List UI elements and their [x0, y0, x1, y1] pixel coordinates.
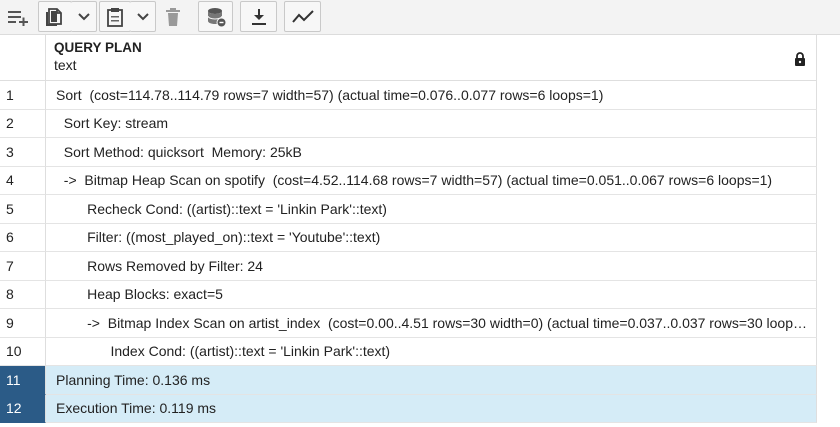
- query-plan-cell[interactable]: Heap Blocks: exact=5: [46, 280, 817, 309]
- save-data-button[interactable]: [198, 1, 233, 32]
- query-plan-grid: QUERY PLAN text 1 Sort (cost=114.78..114.…: [0, 35, 840, 427]
- paste-button[interactable]: [99, 1, 131, 32]
- copy-dropdown-button[interactable]: [71, 1, 97, 32]
- row-number[interactable]: 12: [0, 394, 46, 423]
- column-header-query-plan[interactable]: QUERY PLAN text: [46, 35, 817, 81]
- row-number[interactable]: 11: [0, 366, 46, 395]
- lock-icon: [795, 52, 805, 66]
- query-plan-cell[interactable]: Sort Key: stream: [46, 109, 817, 138]
- grid-corner[interactable]: [0, 35, 46, 81]
- row-number[interactable]: 1: [0, 81, 46, 110]
- query-plan-cell[interactable]: Planning Time: 0.136 ms: [46, 366, 817, 395]
- query-plan-text: -> Bitmap Heap Scan on spotify (cost=4.5…: [56, 172, 773, 189]
- chevron-down-icon: [136, 12, 149, 20]
- row-number[interactable]: 6: [0, 223, 46, 252]
- query-plan-text: Sort (cost=114.78..114.79 rows=7 width=5…: [56, 86, 604, 103]
- row-number[interactable]: 3: [0, 138, 46, 167]
- row-number[interactable]: 8: [0, 280, 46, 309]
- chevron-down-icon: [77, 12, 90, 20]
- paste-dropdown-button[interactable]: [130, 1, 156, 32]
- row-number[interactable]: 2: [0, 109, 46, 138]
- delete-button[interactable]: [158, 1, 188, 32]
- download-icon: [251, 8, 266, 25]
- query-plan-cell[interactable]: Filter: ((most_played_on)::text = 'Youtu…: [46, 223, 817, 252]
- query-plan-cell[interactable]: Recheck Cond: ((artist)::text = 'Linkin …: [46, 195, 817, 224]
- row-number[interactable]: 5: [0, 195, 46, 224]
- results-toolbar: [0, 0, 840, 35]
- delete-icon: [166, 7, 180, 26]
- add-row-button[interactable]: [2, 1, 34, 32]
- grid-right-gutter: [817, 35, 840, 427]
- query-plan-text: Rows Removed by Filter: 24: [56, 257, 263, 274]
- column-type: text: [54, 57, 77, 73]
- query-plan-text: -> Bitmap Index Scan on artist_index (co…: [56, 314, 807, 331]
- graph-visualiser-button[interactable]: [284, 1, 321, 32]
- query-plan-text: Heap Blocks: exact=5: [56, 286, 223, 303]
- query-plan-text: Sort Key: stream: [56, 115, 169, 132]
- query-plan-text: Filter: ((most_played_on)::text = 'Youtu…: [56, 229, 381, 246]
- column-title: QUERY PLAN: [54, 40, 142, 55]
- row-number[interactable]: 4: [0, 166, 46, 195]
- download-button[interactable]: [240, 1, 277, 32]
- query-plan-text: Planning Time: 0.136 ms: [56, 371, 211, 388]
- query-plan-text: Recheck Cond: ((artist)::text = 'Linkin …: [56, 200, 387, 217]
- query-plan-cell[interactable]: -> Bitmap Heap Scan on spotify (cost=4.5…: [46, 166, 817, 195]
- query-plan-cell[interactable]: Sort Method: quicksort Memory: 25kB: [46, 138, 817, 167]
- paste-icon: [107, 7, 123, 27]
- graph-visualiser-icon: [291, 9, 314, 23]
- query-plan-cell[interactable]: Rows Removed by Filter: 24: [46, 252, 817, 281]
- save-data-icon: [207, 7, 226, 27]
- query-plan-cell[interactable]: -> Bitmap Index Scan on artist_index (co…: [46, 309, 817, 338]
- query-plan-cell[interactable]: Index Cond: ((artist)::text = 'Linkin Pa…: [46, 337, 817, 366]
- copy-icon: [46, 7, 62, 26]
- add-row-icon: [8, 10, 28, 26]
- query-plan-text: Execution Time: 0.119 ms: [56, 400, 217, 417]
- query-plan-cell[interactable]: Sort (cost=114.78..114.79 rows=7 width=5…: [46, 81, 817, 110]
- query-plan-cell[interactable]: Execution Time: 0.119 ms: [46, 394, 817, 423]
- copy-button[interactable]: [38, 1, 72, 32]
- row-number[interactable]: 10: [0, 337, 46, 366]
- query-plan-text: Index Cond: ((artist)::text = 'Linkin Pa…: [56, 343, 391, 360]
- row-number[interactable]: 9: [0, 309, 46, 338]
- row-number[interactable]: 7: [0, 252, 46, 281]
- query-plan-text: Sort Method: quicksort Memory: 25kB: [56, 143, 302, 160]
